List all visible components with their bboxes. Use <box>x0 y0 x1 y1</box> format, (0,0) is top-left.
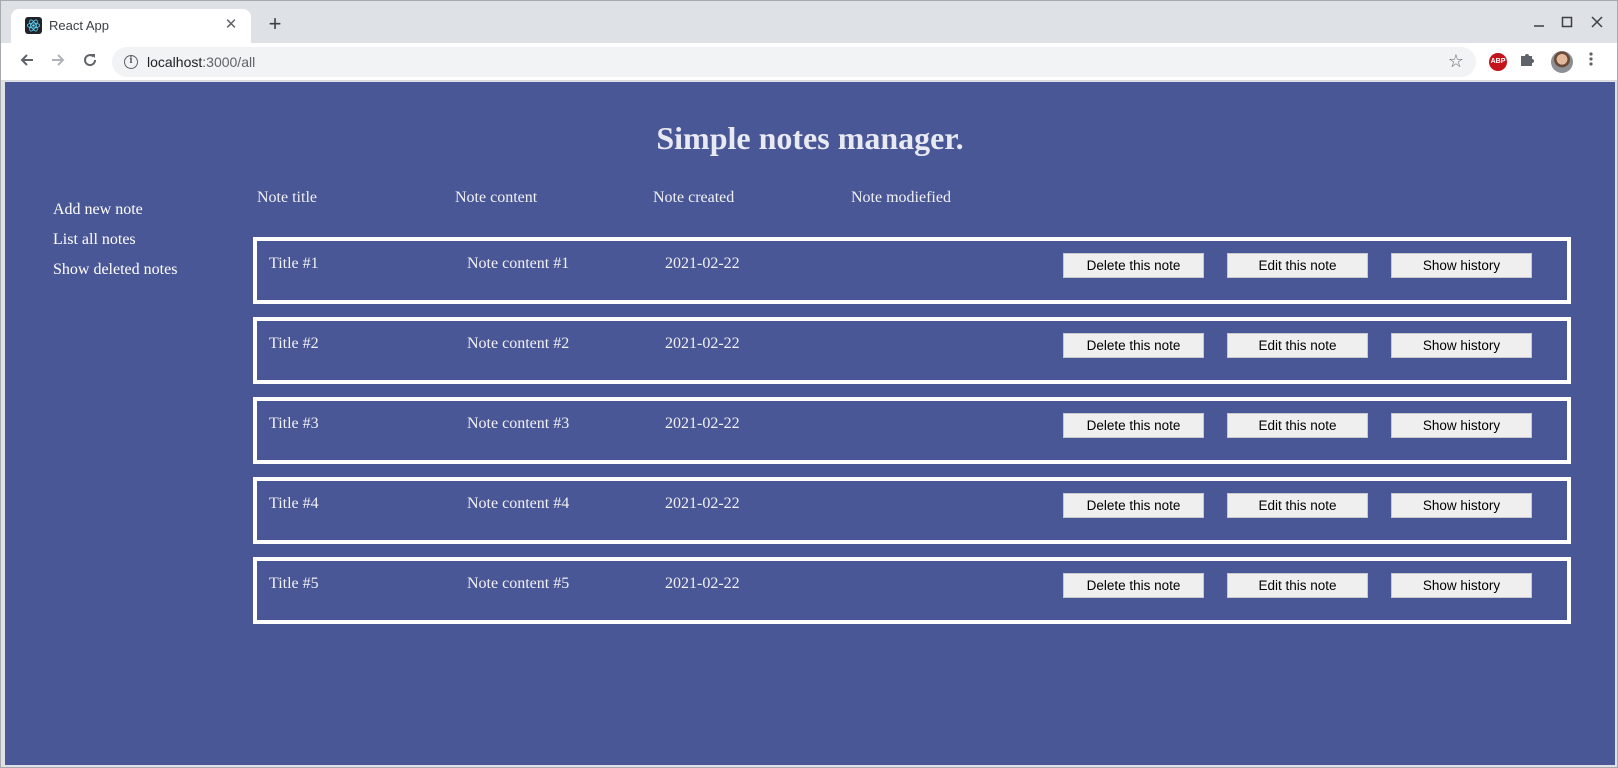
note-title: Title #5 <box>269 575 319 592</box>
react-logo-icon <box>25 17 42 34</box>
delete-note-button[interactable]: Delete this note <box>1063 413 1204 438</box>
note-created: 2021-02-22 <box>665 415 740 432</box>
close-icon[interactable]: ✕ <box>221 15 241 35</box>
header-note-created: Note created <box>653 189 735 206</box>
edit-note-button[interactable]: Edit this note <box>1227 573 1368 598</box>
note-row: Title #2 Note content #2 2021-02-22 Dele… <box>253 317 1571 384</box>
edit-note-button[interactable]: Edit this note <box>1227 413 1368 438</box>
bookmark-star-icon[interactable]: ☆ <box>1448 51 1464 72</box>
window-close-icon[interactable] <box>1587 13 1607 33</box>
tab-title: React App <box>49 18 109 33</box>
note-title: Title #1 <box>269 255 319 272</box>
note-row: Title #4 Note content #4 2021-02-22 Dele… <box>253 477 1571 544</box>
minimize-icon[interactable] <box>1529 13 1549 33</box>
reload-icon[interactable] <box>79 51 101 73</box>
browser-window: React App ✕ + i localhost:3000/all ☆ ABP <box>0 0 1618 768</box>
show-history-button[interactable]: Show history <box>1391 253 1532 278</box>
sidebar-link-add-note[interactable]: Add new note <box>53 200 177 230</box>
note-created: 2021-02-22 <box>665 255 740 272</box>
note-title: Title #2 <box>269 335 319 352</box>
note-content: Note content #2 <box>467 335 570 352</box>
info-icon[interactable]: i <box>124 55 138 69</box>
delete-note-button[interactable]: Delete this note <box>1063 573 1204 598</box>
delete-note-button[interactable]: Delete this note <box>1063 493 1204 518</box>
header-note-modified: Note modiefied <box>851 189 951 206</box>
adblock-icon[interactable]: ABP <box>1489 53 1507 71</box>
note-created: 2021-02-22 <box>665 575 740 592</box>
tab-react-app[interactable]: React App ✕ <box>11 9 251 43</box>
page-title: Simple notes manager. <box>656 120 964 156</box>
note-content: Note content #4 <box>467 495 570 512</box>
delete-note-button[interactable]: Delete this note <box>1063 333 1204 358</box>
note-created: 2021-02-22 <box>665 335 740 352</box>
url-text[interactable]: localhost:3000/all <box>147 54 255 70</box>
extensions-puzzle-icon[interactable] <box>1519 51 1535 72</box>
note-content: Note content #3 <box>467 415 570 432</box>
note-title: Title #4 <box>269 495 319 512</box>
sidebar-link-list-all[interactable]: List all notes <box>53 230 177 260</box>
show-history-button[interactable]: Show history <box>1391 333 1532 358</box>
note-content: Note content #5 <box>467 575 570 592</box>
show-history-button[interactable]: Show history <box>1391 413 1532 438</box>
notes-list: Title #1 Note content #1 2021-02-22 Dele… <box>253 237 1571 637</box>
note-row: Title #1 Note content #1 2021-02-22 Dele… <box>253 237 1571 304</box>
sidebar-link-show-deleted[interactable]: Show deleted notes <box>53 260 177 290</box>
browser-toolbar: i localhost:3000/all ☆ ABP <box>1 43 1617 81</box>
edit-note-button[interactable]: Edit this note <box>1227 253 1368 278</box>
show-history-button[interactable]: Show history <box>1391 573 1532 598</box>
app-page: Simple notes manager. Add new note List … <box>5 82 1615 765</box>
forward-arrow-icon[interactable] <box>47 51 69 73</box>
header-note-content: Note content <box>455 189 538 206</box>
note-title: Title #3 <box>269 415 319 432</box>
back-arrow-icon[interactable] <box>16 51 38 73</box>
edit-note-button[interactable]: Edit this note <box>1227 493 1368 518</box>
note-row: Title #3 Note content #3 2021-02-22 Dele… <box>253 397 1571 464</box>
delete-note-button[interactable]: Delete this note <box>1063 253 1204 278</box>
edit-note-button[interactable]: Edit this note <box>1227 333 1368 358</box>
profile-avatar[interactable] <box>1551 51 1573 73</box>
sidebar-nav: Add new note List all notes Show deleted… <box>53 200 177 290</box>
note-content: Note content #1 <box>467 255 570 272</box>
more-menu-icon[interactable] <box>1589 51 1593 72</box>
note-created: 2021-02-22 <box>665 495 740 512</box>
new-tab-button[interactable]: + <box>264 13 286 36</box>
note-row: Title #5 Note content #5 2021-02-22 Dele… <box>253 557 1571 624</box>
maximize-icon[interactable] <box>1557 13 1577 33</box>
header-note-title: Note title <box>257 189 317 206</box>
address-bar[interactable]: i localhost:3000/all ☆ <box>112 47 1476 77</box>
show-history-button[interactable]: Show history <box>1391 493 1532 518</box>
tab-strip: React App ✕ + <box>1 1 1617 43</box>
